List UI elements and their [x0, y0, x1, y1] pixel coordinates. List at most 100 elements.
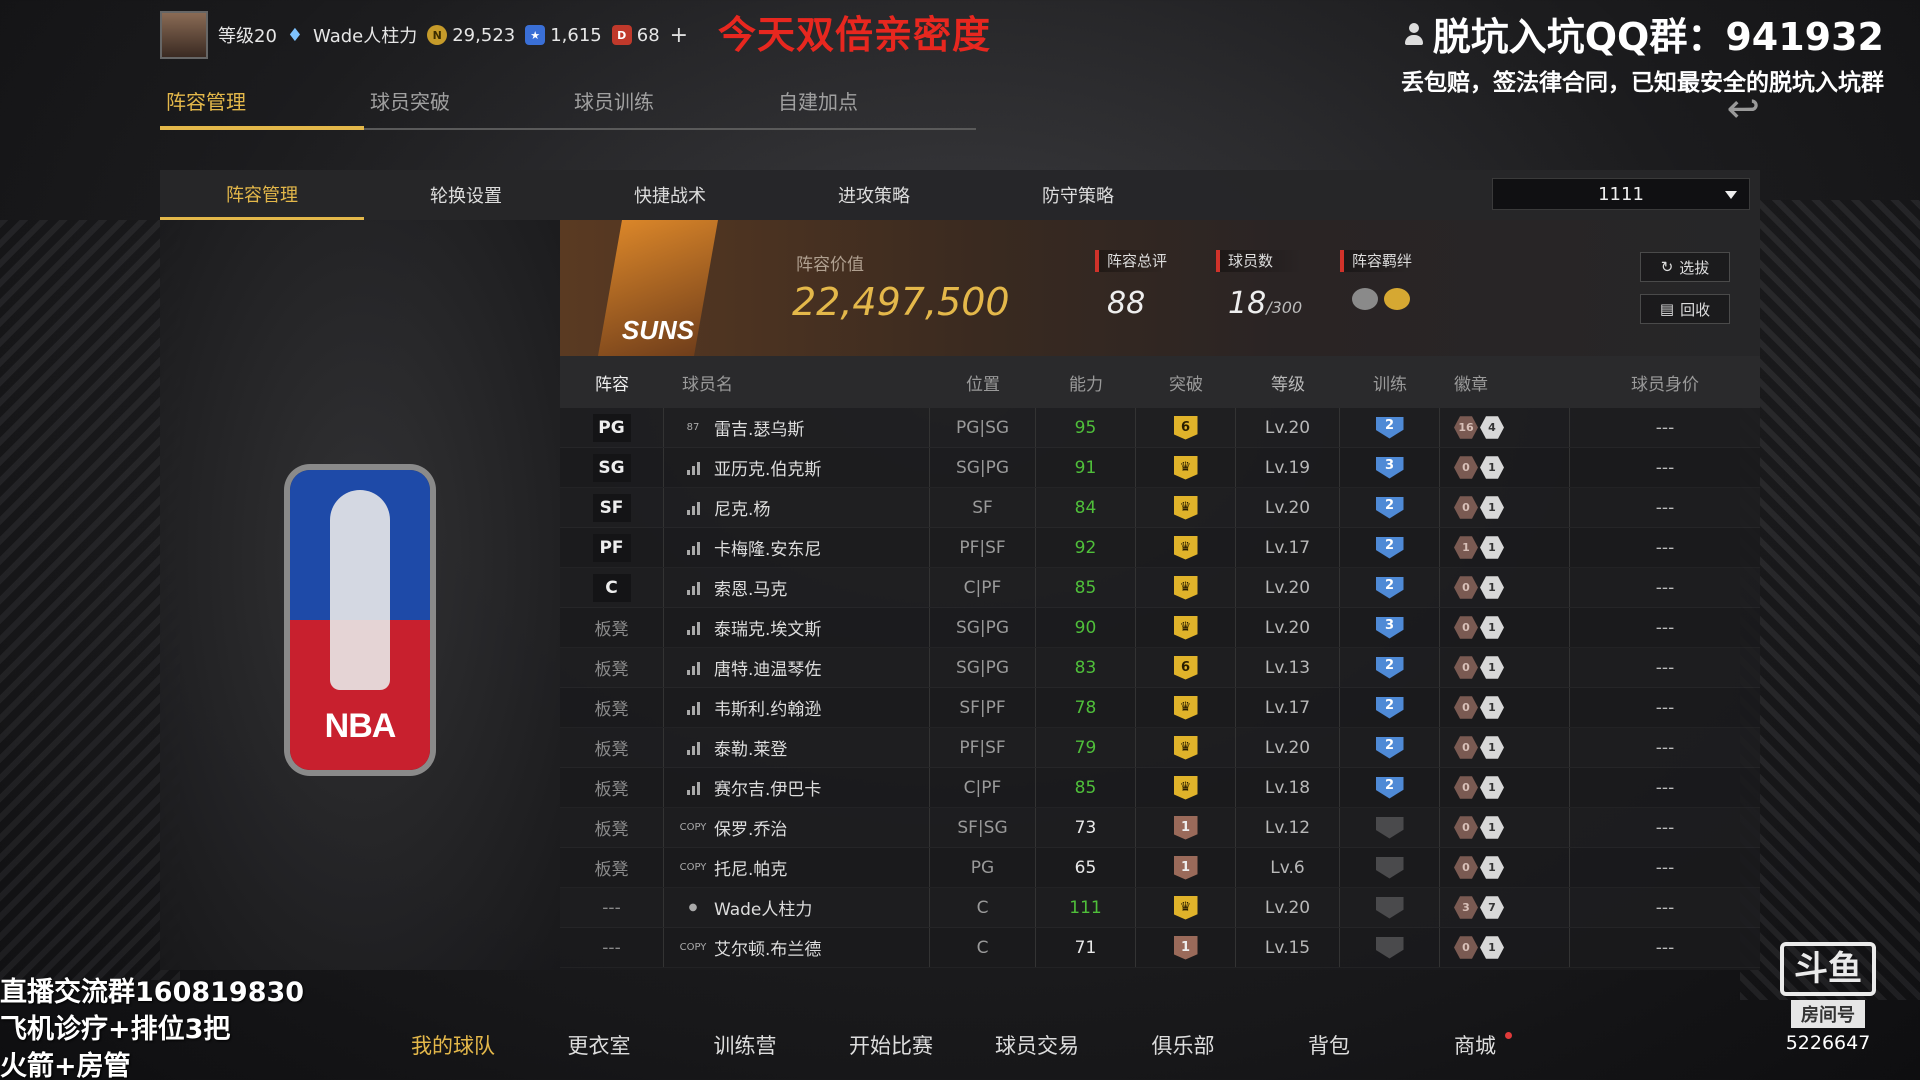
silver-badge-count: 1 — [1480, 656, 1504, 679]
breakthrough-badge: 6 — [1173, 415, 1198, 440]
table-row[interactable]: PF 卡梅隆.安东尼 PF|SF 92 ♛ Lv.17 2 1 1 --- — [560, 528, 1760, 568]
badges-cell: 01 — [1440, 488, 1570, 527]
player-count-stat: 球员数 18/300 — [1216, 250, 1303, 321]
nav-start-match[interactable]: 开始比赛 — [818, 1030, 964, 1060]
player-count-max: /300 — [1266, 298, 1303, 317]
nav-player-trade[interactable]: 球员交易 — [964, 1030, 1110, 1060]
header-level: 等级 — [1271, 374, 1305, 395]
crown-icon: ♛ — [1173, 775, 1198, 800]
table-row[interactable]: C 索恩.马克 C|PF 85 ♛ Lv.20 2 0 1 --- — [560, 568, 1760, 608]
header-breakthrough: 突破 — [1169, 374, 1203, 395]
nav-shop[interactable]: 商城 — [1402, 1030, 1548, 1060]
select-button[interactable]: ↻ 选拔 — [1640, 252, 1730, 282]
table-row[interactable]: --- COPY 艾尔顿.布兰德 C 71 1 Lv.15 0 1 --- — [560, 928, 1760, 968]
subtab-rotation[interactable]: 轮换设置 — [364, 170, 568, 220]
breakthrough-cell: ♛ — [1136, 888, 1236, 927]
nav-club[interactable]: 俱乐部 — [1110, 1030, 1256, 1060]
player-name: 艾尔顿.布兰德 — [714, 940, 822, 960]
silver-badge-count: 1 — [1480, 816, 1504, 839]
silver-badge-count: 1 — [1480, 536, 1504, 559]
nav-backpack[interactable]: 背包 — [1256, 1030, 1402, 1060]
signal-bars-icon — [682, 779, 704, 797]
player-name-cell: 唐特.迪温琴佐 — [664, 648, 930, 687]
subtab-quick-tactics[interactable]: 快捷战术 — [568, 170, 772, 220]
table-row[interactable]: SG 亚历克.伯克斯 SG|PG 91 ♛ Lv.19 3 0 1 --- — [560, 448, 1760, 488]
nav-locker-room[interactable]: 更衣室 — [526, 1030, 672, 1060]
player-value: --- — [1655, 697, 1675, 718]
subtab-defense-strategy[interactable]: 防守策略 — [976, 170, 1180, 220]
player-overall: 92 — [1036, 528, 1136, 567]
player-value: --- — [1655, 897, 1675, 918]
badges-cell: 01 — [1440, 768, 1570, 807]
table-row[interactable]: 板凳 唐特.迪温琴佐 SG|PG 83 6 Lv.13 2 0 1 --- — [560, 648, 1760, 688]
player-position: C — [930, 928, 1036, 967]
bronze-badge-count: 0 — [1454, 496, 1478, 519]
signal-bars-icon — [682, 659, 704, 677]
breakthrough-cell: 1 — [1136, 928, 1236, 967]
breakthrough-cell: 6 — [1136, 408, 1236, 447]
training-cell: 2 — [1340, 528, 1440, 567]
table-row[interactable]: 板凳 赛尔吉.伊巴卡 C|PF 85 ♛ Lv.18 2 0 1 --- — [560, 768, 1760, 808]
lineup-value-label: 阵容价值 — [796, 255, 864, 275]
select-button-label: 选拔 — [1679, 258, 1710, 277]
table-row[interactable]: 板凳 韦斯利.约翰逊 SF|PF 78 ♛ Lv.17 2 0 1 --- — [560, 688, 1760, 728]
silver-badge-count: 7 — [1480, 896, 1504, 919]
player-name-cell: 赛尔吉.伊巴卡 — [664, 768, 930, 807]
player-name: 泰勒.莱登 — [714, 740, 788, 760]
player-name: 泰瑞克.埃文斯 — [714, 620, 822, 640]
chevron-down-icon — [1725, 191, 1737, 199]
tab-player-training[interactable]: 球员训练 — [568, 86, 772, 130]
tab-custom-points[interactable]: 自建加点 — [772, 86, 976, 130]
refresh-icon: ↻ — [1660, 258, 1674, 276]
player-value: --- — [1655, 777, 1675, 798]
table-row[interactable]: --- ● Wade人柱力 C 111 ♛ Lv.20 3 7 --- — [560, 888, 1760, 928]
player-position: PF|SF — [930, 528, 1036, 567]
breakthrough-cell: ♛ — [1136, 728, 1236, 767]
player-name: 保罗.乔治 — [714, 820, 788, 840]
promo-banner: 今天双倍亲密度 — [718, 13, 992, 57]
table-row[interactable]: PG 87 雷吉.瑟乌斯 PG|SG 95 6 Lv.20 2 16 4 --- — [560, 408, 1760, 448]
crown-icon: ♛ — [1173, 535, 1198, 560]
bottom-nav: 我的球队 更衣室 训练营 开始比赛 球员交易 俱乐部 背包 商城 — [380, 1030, 1548, 1060]
tab-player-breakthrough[interactable]: 球员突破 — [364, 86, 568, 130]
badges-cell: 37 — [1440, 888, 1570, 927]
recycle-button[interactable]: ▤ 回收 — [1640, 294, 1730, 324]
coins-value: 29,523 — [452, 24, 516, 46]
table-row[interactable]: 板凳 COPY 保罗.乔治 SF|SG 73 1 Lv.12 0 1 --- — [560, 808, 1760, 848]
player-name: 亚历克.伯克斯 — [714, 460, 822, 480]
stream-note-line: 直播交流群160819830 — [0, 977, 305, 1008]
subtab-lineup[interactable]: 阵容管理 — [160, 170, 364, 220]
bond-icons[interactable] — [1340, 288, 1412, 310]
sub-tab-bar: 阵容管理 轮换设置 快捷战术 进攻策略 防守策略 1111 — [160, 170, 1760, 220]
training-cell: 2 — [1340, 648, 1440, 687]
subtab-offense-strategy[interactable]: 进攻策略 — [772, 170, 976, 220]
table-row[interactable]: 板凳 泰勒.莱登 PF|SF 79 ♛ Lv.20 2 0 1 --- — [560, 728, 1760, 768]
player-level: Lv.19 — [1236, 448, 1340, 487]
lineup-dropdown[interactable]: 1111 — [1492, 178, 1750, 210]
nav-training-camp[interactable]: 训练营 — [672, 1030, 818, 1060]
recharge-plus-button[interactable]: + — [670, 23, 688, 48]
lineup-cell: 板凳 — [560, 848, 664, 887]
player-name: 索恩.马克 — [714, 580, 788, 600]
lineup-rating-label: 阵容总评 — [1095, 250, 1168, 272]
player-position: SG|PG — [930, 608, 1036, 647]
table-row[interactable]: SF 尼克.杨 SF 84 ♛ Lv.20 2 0 1 --- — [560, 488, 1760, 528]
player-overall: 85 — [1036, 568, 1136, 607]
crown-icon: ♛ — [1173, 495, 1198, 520]
player-name-cell: COPY 保罗.乔治 — [664, 808, 930, 847]
crown-icon: ♛ — [1173, 895, 1198, 920]
table-row[interactable]: 板凳 泰瑞克.埃文斯 SG|PG 90 ♛ Lv.20 3 0 1 --- — [560, 608, 1760, 648]
avatar[interactable] — [160, 11, 208, 59]
player-position: SG|PG — [930, 448, 1036, 487]
player-name-cell: 尼克.杨 — [664, 488, 930, 527]
nav-my-team[interactable]: 我的球队 — [380, 1030, 526, 1060]
table-row[interactable]: 板凳 COPY 托尼.帕克 PG 65 1 Lv.6 0 1 --- — [560, 848, 1760, 888]
tab-lineup-management[interactable]: 阵容管理 — [160, 86, 364, 130]
breakthrough-cell: ♛ — [1136, 488, 1236, 527]
back-arrow-icon[interactable]: ↩ — [1726, 86, 1760, 132]
lineup-rating-stat: 阵容总评 88 — [1095, 250, 1168, 321]
lineup-cell: PG — [560, 408, 664, 447]
player-overall: 79 — [1036, 728, 1136, 767]
silver-badge-count: 1 — [1480, 496, 1504, 519]
lineup-slot: 板凳 — [594, 860, 629, 880]
